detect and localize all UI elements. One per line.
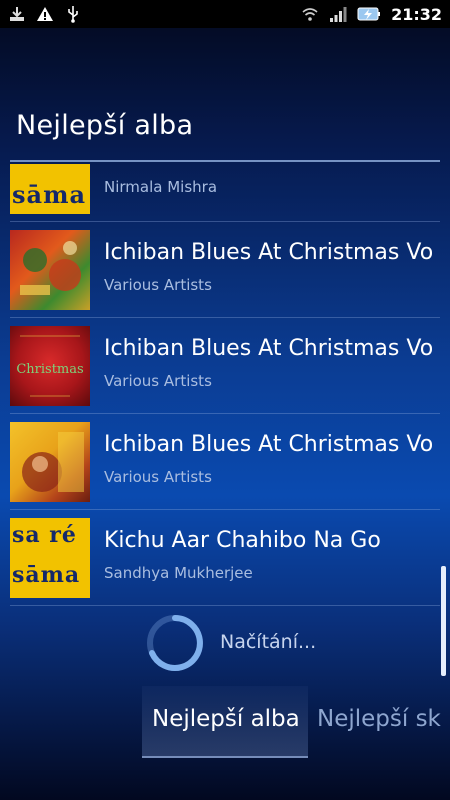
album-cover-text: sāma [12,180,87,209]
status-bar: 21:32 [0,0,450,28]
album-row[interactable]: Ichiban Blues At Christmas Vo Various Ar… [10,414,440,510]
album-row[interactable]: sa ré sāma Kichu Aar Chahibo Na Go Sandh… [10,510,440,606]
album-title: Ichiban Blues At Christmas Vo [104,336,434,361]
usb-icon [64,5,82,23]
signal-icon [329,5,347,23]
album-title: Ichiban Blues At Christmas Vo [104,240,434,265]
album-artist: Various Artists [104,372,212,390]
status-right: 21:32 [301,5,442,24]
wifi-icon [301,5,319,23]
album-cover: Christmas [10,326,90,406]
album-row[interactable]: Ichiban Blues At Christmas Vo Various Ar… [10,222,440,318]
tab-active-underline [142,756,308,758]
status-left [8,5,82,23]
tab-top-albums[interactable]: Nejlepší alba [152,706,300,732]
loading-text: Načítání... [220,631,317,653]
album-artist: Sandhya Mukherjee [104,564,253,582]
album-title: Kichu Aar Chahibo Na Go [104,528,381,553]
download-icon [8,5,26,23]
header-divider [10,160,440,162]
album-artist: Nirmala Mishra [104,178,218,196]
album-cover [10,422,90,502]
scrollbar[interactable] [441,566,446,676]
page-title: Nejlepší alba [16,110,194,141]
album-cover: sa ré sāma [10,518,90,598]
album-list[interactable]: sāma Nirmala Mishra Ichiban Blues At Chr… [10,164,440,610]
status-time: 21:32 [391,4,442,24]
tab-top-songs[interactable]: Nejlepší sk [317,706,450,732]
album-cover-text-bottom: sāma [12,562,81,588]
album-cover-text-top: sa ré [12,522,77,548]
album-cover [10,230,90,310]
album-row[interactable]: Christmas Ichiban Blues At Christmas Vo … [10,318,440,414]
battery-charging-icon [357,5,381,23]
album-artist: Various Artists [104,468,212,486]
album-title: Ichiban Blues At Christmas Vo [104,432,434,457]
album-cover: sāma [10,164,90,214]
tab-bar: Nejlepší alba Nejlepší sk [0,686,450,766]
album-cover-text: Christmas [16,362,84,377]
album-row[interactable]: sāma Nirmala Mishra [10,164,440,222]
warning-icon [36,5,54,23]
album-artist: Various Artists [104,276,212,294]
loading-spinner-icon [144,612,206,674]
